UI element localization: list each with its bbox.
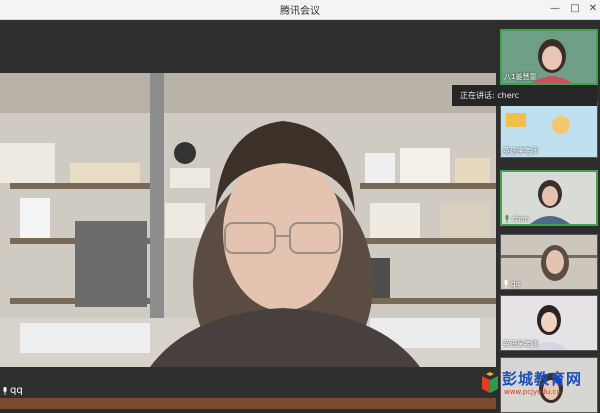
microphone-icon bbox=[3, 386, 7, 395]
main-video-image bbox=[0, 73, 496, 367]
participant-name: 英语李老师 bbox=[503, 147, 538, 155]
participant-name: chen bbox=[512, 215, 530, 223]
book-logo-icon bbox=[482, 372, 498, 393]
main-video-feed bbox=[0, 73, 496, 367]
participant-label: qq bbox=[503, 280, 520, 288]
participant-thumbnail[interactable]: 英语吴老师 bbox=[500, 295, 598, 351]
speaking-text: 正在讲话: cherc bbox=[460, 91, 520, 100]
participant-label: 八1姜慧童 bbox=[504, 72, 536, 82]
participant-label: 英语李老师 bbox=[503, 146, 538, 156]
participant-thumbnail[interactable]: 八1姜慧童 bbox=[500, 29, 598, 85]
title-bar: 腾讯会议 — □ ✕ bbox=[0, 0, 600, 20]
microphone-icon bbox=[504, 280, 508, 288]
site-watermark: 彭城教育网 www.pcjyedu.cn bbox=[480, 368, 598, 400]
main-video-participant-name: qq bbox=[10, 385, 23, 396]
close-button[interactable]: ✕ bbox=[586, 3, 600, 15]
window-title: 腾讯会议 bbox=[280, 6, 320, 17]
participant-thumbnail[interactable]: qq bbox=[500, 234, 598, 290]
maximize-button[interactable]: □ bbox=[568, 3, 582, 15]
participant-label: 英语吴老师 bbox=[503, 339, 538, 349]
participant-label: chen bbox=[504, 215, 529, 223]
speaking-indicator: 正在讲话: cherc bbox=[452, 85, 597, 106]
participant-sidebar: 八1姜慧童 英语李老师 chen qq 英语吴老师 bbox=[496, 20, 600, 413]
minimize-button[interactable]: — bbox=[548, 3, 562, 15]
participant-thumbnail[interactable]: 英语李老师 bbox=[500, 102, 598, 158]
participant-name: qq bbox=[511, 280, 520, 288]
participant-thumbnail[interactable]: chen bbox=[500, 170, 598, 226]
main-video-name-tag: qq bbox=[2, 385, 23, 396]
participant-name: 八1姜慧童 bbox=[504, 73, 537, 81]
participant-name: 英语吴老师 bbox=[503, 340, 538, 348]
watermark-brand: 彭城教育网 bbox=[502, 370, 583, 388]
microphone-icon bbox=[505, 215, 509, 223]
main-video-area[interactable]: qq bbox=[0, 20, 496, 398]
watermark-url: www.pcjyedu.cn bbox=[504, 388, 561, 396]
